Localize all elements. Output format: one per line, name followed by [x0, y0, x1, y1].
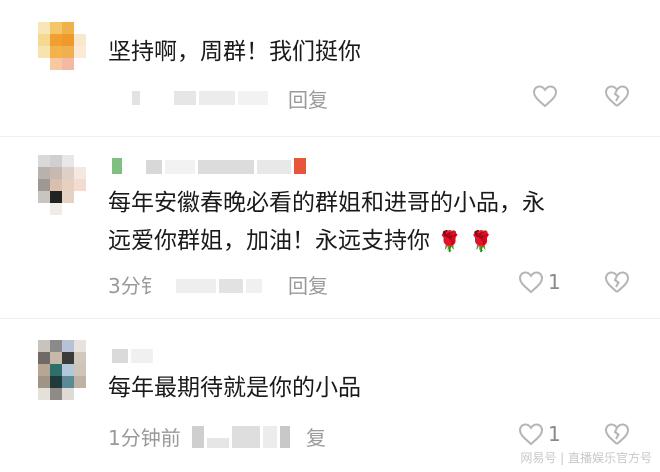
comment-text: 坚持啊，周群！我们挺你	[108, 39, 361, 65]
dislike-button[interactable]	[604, 270, 630, 294]
avatar[interactable]	[38, 155, 86, 215]
blurred-timestamp	[176, 278, 265, 297]
timestamp: 3分钅	[108, 274, 161, 298]
heart-icon	[532, 85, 558, 108]
reply-button[interactable]: 复	[306, 422, 326, 451]
blurred-timestamp	[132, 90, 271, 109]
reply-button[interactable]: 回复	[288, 84, 328, 113]
comment-text: 远爱你群姐，加油！永远支持你 🌹 🌹	[108, 225, 493, 257]
like-count: 1	[548, 422, 561, 446]
avatar[interactable]	[38, 340, 86, 400]
blurred-username	[112, 158, 309, 178]
broken-heart-icon	[604, 423, 630, 445]
reply-button[interactable]: 回复	[288, 270, 328, 299]
broken-heart-icon	[604, 85, 630, 107]
comment-text: 每年最期待就是你的小品	[108, 375, 361, 401]
broken-heart-icon	[604, 271, 630, 293]
heart-icon	[518, 423, 544, 446]
comment-text-line: 远爱你群姐，加油！永远支持你	[108, 228, 430, 254]
timestamp: 1分钟前	[108, 426, 181, 450]
dislike-button[interactable]	[604, 422, 630, 446]
dislike-button[interactable]	[604, 84, 630, 108]
comment-text: 每年安徽春晚必看的群姐和进哥的小品，永	[108, 190, 545, 216]
heart-icon	[518, 271, 544, 294]
like-button[interactable]	[518, 422, 544, 446]
blurred-username	[112, 348, 156, 367]
avatar[interactable]	[38, 22, 86, 70]
like-button[interactable]	[532, 84, 558, 108]
like-count: 1	[548, 270, 561, 294]
rose-emoji: 🌹 🌹	[437, 229, 494, 253]
watermark: 网易号 | 直播娱乐官方号	[520, 451, 652, 465]
like-button[interactable]	[518, 270, 544, 294]
blurred-timestamp	[192, 426, 293, 452]
